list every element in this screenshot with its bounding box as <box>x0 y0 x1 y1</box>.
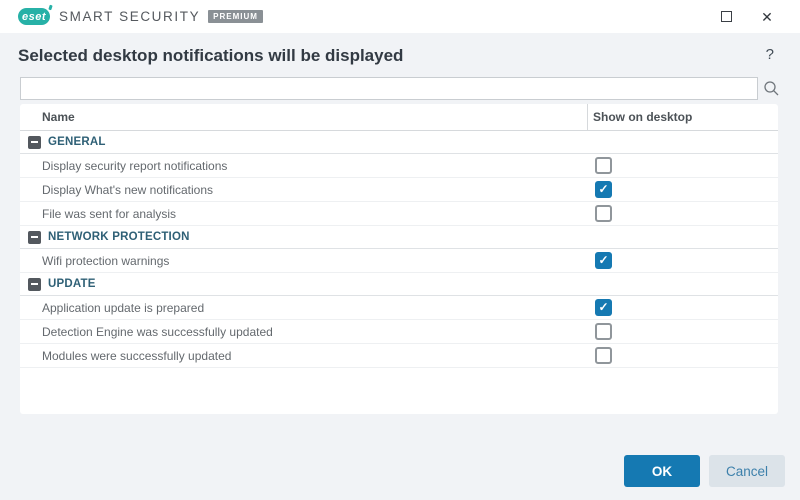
row-label: Modules were successfully updated <box>20 349 587 363</box>
checkbox-unchecked[interactable] <box>595 323 612 340</box>
table-row: Wifi protection warnings ✓ <box>20 249 778 273</box>
notifications-table: Name Show on desktop GENERAL Display secu… <box>20 104 778 414</box>
row-check-cell <box>587 157 778 174</box>
table-body: GENERAL Display security report notificat… <box>20 131 778 368</box>
row-label: Wifi protection warnings <box>20 254 587 268</box>
row-label: Application update is prepared <box>20 301 587 315</box>
ok-button[interactable]: OK <box>624 455 700 487</box>
eset-logo: eset <box>18 8 50 25</box>
page-title: Selected desktop notifications will be d… <box>18 46 403 66</box>
footer: OK Cancel <box>624 455 785 487</box>
close-button[interactable]: ✕ <box>760 10 774 24</box>
help-icon[interactable]: ? <box>766 46 774 63</box>
maximize-button[interactable] <box>719 10 733 24</box>
row-check-cell: ✓ <box>587 181 778 198</box>
table-row: Modules were successfully updated <box>20 344 778 368</box>
checkbox-unchecked[interactable] <box>595 347 612 364</box>
brand-name: SMART SECURITY <box>59 9 200 24</box>
search-button[interactable] <box>758 80 780 97</box>
checkbox-checked[interactable]: ✓ <box>595 252 612 269</box>
search-input[interactable] <box>20 77 758 100</box>
row-check-cell <box>587 205 778 222</box>
row-label: Detection Engine was successfully update… <box>20 325 587 339</box>
row-label: Display security report notifications <box>20 159 587 173</box>
collapse-minus-icon[interactable] <box>28 278 41 291</box>
table-row: File was sent for analysis <box>20 202 778 226</box>
table-row: Application update is prepared ✓ <box>20 296 778 320</box>
titlebar: eset SMART SECURITY PREMIUM ✕ <box>0 0 800 33</box>
table-row: Detection Engine was successfully update… <box>20 320 778 344</box>
maximize-icon <box>721 11 732 22</box>
checkbox-unchecked[interactable] <box>595 157 612 174</box>
section-header-network-protection[interactable]: NETWORK PROTECTION <box>20 226 778 249</box>
checkbox-checked[interactable]: ✓ <box>595 299 612 316</box>
collapse-minus-icon[interactable] <box>28 231 41 244</box>
checkbox-unchecked[interactable] <box>595 205 612 222</box>
column-header-show-on-desktop[interactable]: Show on desktop <box>587 104 778 130</box>
column-header-name[interactable]: Name <box>20 110 587 124</box>
table-row: Display What's new notifications ✓ <box>20 178 778 202</box>
collapse-minus-icon[interactable] <box>28 136 41 149</box>
heading-row: Selected desktop notifications will be d… <box>0 33 800 66</box>
premium-badge: PREMIUM <box>208 10 263 23</box>
table-header: Name Show on desktop <box>20 104 778 131</box>
cancel-button[interactable]: Cancel <box>709 455 785 487</box>
row-label: Display What's new notifications <box>20 183 587 197</box>
search-row <box>20 77 780 100</box>
section-header-update[interactable]: UPDATE <box>20 273 778 296</box>
row-label: File was sent for analysis <box>20 207 587 221</box>
table-row: Display security report notifications <box>20 154 778 178</box>
section-label: GENERAL <box>48 136 106 148</box>
row-check-cell <box>587 347 778 364</box>
close-icon: ✕ <box>761 10 773 24</box>
search-icon <box>763 80 780 97</box>
section-label: NETWORK PROTECTION <box>48 231 190 243</box>
section-label: UPDATE <box>48 278 96 290</box>
section-header-general[interactable]: GENERAL <box>20 131 778 154</box>
row-check-cell <box>587 323 778 340</box>
window-controls: ✕ <box>719 10 800 24</box>
row-check-cell: ✓ <box>587 299 778 316</box>
row-check-cell: ✓ <box>587 252 778 269</box>
checkbox-checked[interactable]: ✓ <box>595 181 612 198</box>
